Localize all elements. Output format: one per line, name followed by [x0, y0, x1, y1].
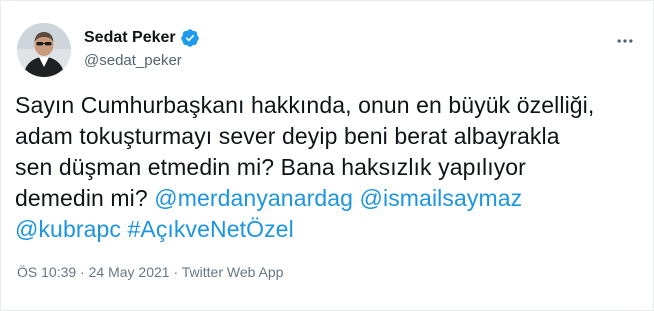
tweet-text-segment: Sayın Cumhurbaşkanı hakkında, onun en bü… — [15, 92, 595, 118]
tweet-text-segment: adam tokuşturmayı sever deyip beni berat… — [15, 123, 560, 149]
avatar[interactable] — [17, 23, 71, 77]
mention-link[interactable]: @kubrapc — [15, 216, 121, 242]
tweet-text: Sayın Cumhurbaşkanı hakkında, onun en bü… — [15, 90, 641, 245]
mention-link[interactable]: @ismailsaymaz — [360, 185, 523, 211]
more-horizontal-icon[interactable] — [611, 27, 639, 55]
user-info: Sedat Peker @sedat_peker — [84, 27, 200, 71]
meta-separator: · — [76, 264, 89, 280]
tweet-text-line: sen düşman etmedin mi? Bana haksızlık ya… — [15, 152, 641, 183]
verified-badge-icon — [180, 28, 200, 48]
tweet-source[interactable]: Twitter Web App — [182, 264, 284, 280]
tweet-date[interactable]: 24 May 2021 — [89, 264, 170, 280]
mention-link[interactable]: @merdanyanardag — [154, 185, 353, 211]
avatar-image — [17, 23, 71, 77]
tweet-text-line: demedin mi? @merdanyanardag @ismailsayma… — [15, 183, 641, 214]
meta-separator: · — [169, 264, 182, 280]
tweet-meta: ÖS 10:39 · 24 May 2021 · Twitter Web App — [17, 262, 283, 282]
tweet-text-line: @kubrapc #AçıkveNetÖzel — [15, 214, 641, 245]
tweet-header: Sedat Peker @sedat_peker — [17, 15, 639, 77]
tweet-card: Sedat Peker @sedat_peker Sayın Cumhurbaş… — [0, 0, 654, 311]
tweet-time[interactable]: ÖS 10:39 — [17, 264, 76, 280]
display-name[interactable]: Sedat Peker — [84, 27, 176, 49]
name-row: Sedat Peker — [84, 27, 200, 49]
tweet-text-segment: demedin mi? — [15, 185, 155, 211]
tweet-text-segment: sen düşman etmedin mi? Bana haksızlık ya… — [15, 154, 526, 180]
tweet-text-line: adam tokuşturmayı sever deyip beni berat… — [15, 121, 641, 152]
user-handle[interactable]: @sedat_peker — [84, 51, 200, 71]
hashtag-link[interactable]: #AçıkveNetÖzel — [127, 216, 293, 242]
tweet-text-line: Sayın Cumhurbaşkanı hakkında, onun en bü… — [15, 90, 641, 121]
